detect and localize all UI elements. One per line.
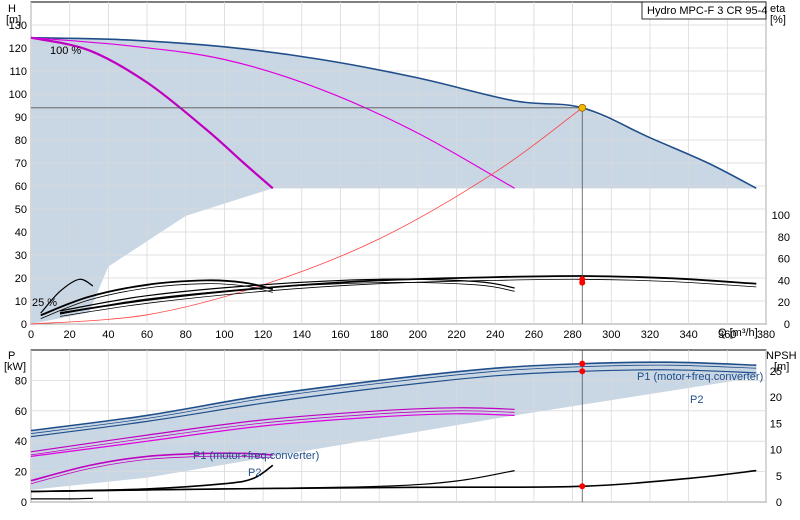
power-operating-point (579, 360, 586, 367)
p1-3pumps-label: P1 (motor+freq.converter) (637, 371, 763, 383)
power-npsh-panel: 0204060800510152025 P [kW] NPSH [m] P1 (… (4, 349, 797, 509)
y-right-tick-label: 0 (784, 319, 790, 331)
p1-1pump-label: P1 (motor+freq.converter) (193, 450, 319, 462)
y-left-tick-label: 20 (15, 273, 27, 285)
y-left-tick-label: 110 (9, 66, 27, 78)
x-tick-label: 120 (254, 329, 272, 341)
npsh-tick-label: 15 (770, 418, 782, 430)
p-tick-label: 20 (15, 467, 27, 479)
x-tick-label: 60 (141, 329, 153, 341)
y-right-unit-m: [m] (774, 361, 789, 373)
y-left-unit-kw: [kW] (4, 361, 26, 373)
p-tick-label: 40 (15, 436, 27, 448)
pump-performance-chart: 0 20 40 60 80 100 120 140 160 180 200 220 240 260 280 3… (4, 1, 797, 509)
head-efficiency-panel: 0 20 40 60 80 100 120 140 160 180 200 220 240 260 280 3… (6, 1, 790, 341)
y-right-unit-pct: [%] (770, 14, 786, 26)
x-tick-label: 100 (215, 329, 233, 341)
npsh-tick-label: 10 (770, 445, 782, 457)
y-left-tick-label: 60 (15, 181, 27, 193)
x-tick-label: 280 (563, 329, 581, 341)
y-left-tick-label: 70 (15, 158, 27, 170)
p-tick-label: 60 (15, 406, 27, 418)
x-tick-label: 240 (486, 329, 504, 341)
x-tick-label: 160 (331, 329, 349, 341)
y-left-tick-label: 80 (15, 135, 27, 147)
speed-label: 100 % (50, 45, 81, 57)
x-tick-label: 180 (370, 329, 388, 341)
y-left-tick-label: 40 (15, 227, 27, 239)
y-left-tick-label: 100 (9, 89, 27, 101)
y-left-tick-label: 90 (15, 112, 27, 124)
npsh-tick-label: 0 (776, 497, 782, 509)
duty-point (578, 103, 587, 112)
x-tick-label: 320 (641, 329, 659, 341)
x-tick-label: 140 (293, 329, 311, 341)
x-axis-label: Q [m³/h] (718, 327, 758, 339)
npsh-tick-label: 5 (776, 471, 782, 483)
min-speed-label: 25 % (32, 297, 57, 309)
x-tick-label: 0 (28, 329, 34, 341)
p2-3pumps-label: P2 (690, 394, 703, 406)
x-tick-label: 40 (102, 329, 114, 341)
p-tick-label: 0 (21, 497, 27, 509)
y-right-tick-label: 80 (778, 232, 790, 244)
y-left-unit-m: [m] (6, 14, 21, 26)
x-tick-label: 200 (409, 329, 427, 341)
y-right-tick-label: 60 (778, 254, 790, 266)
chart-title: Hydro MPC-F 3 CR 95-4 (647, 5, 767, 17)
y-left-tick-label: 10 (15, 296, 27, 308)
npsh-tick-label: 20 (770, 392, 782, 404)
eta-operating-point (579, 279, 586, 286)
x-tick-label: 20 (64, 329, 76, 341)
x-tick-label: 220 (447, 329, 465, 341)
x-tick-label: 300 (602, 329, 620, 341)
y-left-tick-label: 30 (15, 250, 27, 262)
power-operating-point (579, 483, 586, 490)
y-left-tick-label: 120 (9, 43, 27, 55)
x-tick-label: 340 (679, 329, 697, 341)
y-left-tick-label: 0 (21, 319, 27, 331)
x-tick-label: 260 (525, 329, 543, 341)
x-tick-label: 80 (180, 329, 192, 341)
p-tick-label: 80 (15, 375, 27, 387)
y-left-tick-label: 50 (15, 204, 27, 216)
p2-1pump-label: P2 (248, 467, 261, 479)
y-right-tick-label: 40 (778, 275, 790, 287)
x-tick-label: 380 (757, 329, 775, 341)
y-right-tick-label: 100 (772, 210, 790, 222)
power-operating-point (579, 368, 586, 375)
y-right-tick-label: 20 (778, 297, 790, 309)
series-npsh-low-speed (30, 497, 93, 500)
